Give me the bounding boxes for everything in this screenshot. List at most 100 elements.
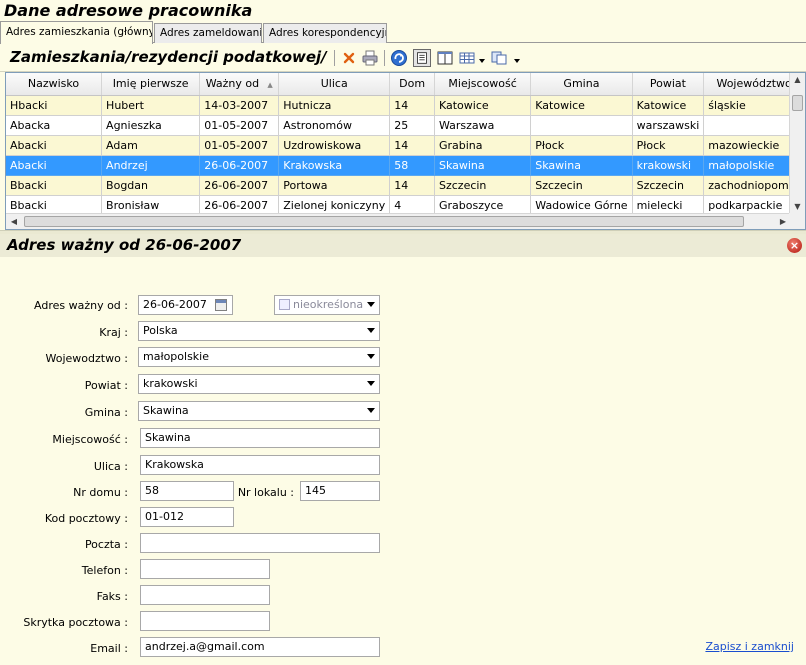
- columns-icon[interactable]: [436, 49, 454, 67]
- table-cell[interactable]: Bbacki: [6, 175, 103, 196]
- grid-horizontal-scrollbar[interactable]: ◀ ▶: [6, 213, 791, 229]
- column-header[interactable]: Gmina: [530, 73, 633, 96]
- save-and-close-link[interactable]: Zapisz i zamknij: [705, 640, 794, 653]
- table-cell[interactable]: Skawina: [530, 155, 633, 176]
- table-cell[interactable]: 26-06-2007: [199, 175, 280, 196]
- valid-from-date-picker[interactable]: 26-06-2007: [138, 295, 233, 315]
- table-cell[interactable]: Abacki: [6, 155, 103, 176]
- tab-correspondence-address[interactable]: Adres korespondencyjny: [263, 23, 387, 43]
- commune-select[interactable]: Skawina: [138, 401, 380, 421]
- street-input[interactable]: Krakowska: [140, 455, 380, 475]
- valid-to-select[interactable]: nieokreślona: [274, 295, 380, 315]
- table-row[interactable]: Bbacki Bogdan 26-06-2007 Portowa 14 Szczecin S…: [6, 175, 805, 196]
- table-cell[interactable]: Andrzej: [101, 155, 201, 176]
- export-dropdown-icon[interactable]: [514, 59, 520, 63]
- flat-number-input[interactable]: 145: [300, 481, 380, 501]
- table-row[interactable]: Abacka Agnieszka 01-05-2007 Astronomów 25 War…: [6, 115, 805, 136]
- table-cell[interactable]: Portowa: [278, 175, 391, 196]
- tab-registration-address[interactable]: Adres zameldowania: [154, 23, 262, 43]
- table-cell[interactable]: 14: [389, 175, 435, 196]
- table-cell[interactable]: Grabina: [434, 135, 532, 156]
- grid-layout-dropdown-icon[interactable]: [479, 59, 485, 63]
- table-cell[interactable]: Uzdrowiskowa: [278, 135, 391, 156]
- column-header[interactable]: Ważny od ▲: [199, 73, 280, 96]
- table-cell[interactable]: Astronomów: [278, 115, 391, 136]
- refresh-icon[interactable]: [390, 49, 408, 67]
- table-cell[interactable]: Zielonej koniczyny: [278, 195, 391, 216]
- column-header[interactable]: Miejscowość: [434, 73, 532, 96]
- table-row[interactable]: Bbacki Bronisław 26-06-2007 Zielonej konicz…: [6, 195, 805, 216]
- table-cell[interactable]: Bbacki: [6, 195, 103, 216]
- delete-icon[interactable]: [340, 49, 358, 67]
- table-row[interactable]: Hbacki Hubert 14-03-2007 Hutnicza 14 Katowice…: [6, 95, 805, 116]
- scroll-down-icon[interactable]: ▼: [793, 202, 802, 212]
- post-office-input[interactable]: [140, 533, 380, 553]
- table-cell[interactable]: Katowice: [434, 95, 532, 116]
- postcode-input[interactable]: 01-012: [140, 507, 234, 527]
- grid-layout-icon[interactable]: [458, 49, 476, 67]
- table-cell[interactable]: Hbacki: [6, 95, 103, 116]
- report-icon[interactable]: [413, 49, 431, 67]
- table-cell[interactable]: Bronisław: [101, 195, 201, 216]
- table-row[interactable]: Abacki Adam 01-05-2007 Uzdrowiskowa 14 Grabin…: [6, 135, 805, 156]
- table-cell[interactable]: Abacka: [6, 115, 103, 136]
- close-icon[interactable]: ×: [787, 238, 802, 253]
- table-cell[interactable]: 26-06-2007: [199, 155, 280, 176]
- house-number-input[interactable]: 58: [140, 481, 234, 501]
- table-cell[interactable]: Skawina: [434, 155, 532, 176]
- table-cell[interactable]: 01-05-2007: [199, 135, 280, 156]
- tab-residence-address[interactable]: Adres zamieszkania (główny): [0, 21, 153, 44]
- table-cell[interactable]: Płock: [632, 135, 705, 156]
- table-cell[interactable]: Szczecin: [434, 175, 532, 196]
- county-select[interactable]: krakowski: [138, 374, 380, 394]
- checkbox-icon[interactable]: [279, 299, 290, 310]
- table-cell[interactable]: Szczecin: [530, 175, 633, 196]
- po-box-input[interactable]: [140, 611, 270, 631]
- table-cell[interactable]: Szczecin: [632, 175, 705, 196]
- scroll-up-icon[interactable]: ▲: [793, 75, 802, 85]
- table-cell[interactable]: 01-05-2007: [199, 115, 280, 136]
- table-cell[interactable]: 14: [389, 95, 435, 116]
- table-cell[interactable]: Hubert: [101, 95, 201, 116]
- table-cell[interactable]: 58: [389, 155, 435, 176]
- table-cell[interactable]: Agnieszka: [101, 115, 201, 136]
- table-cell[interactable]: 25: [389, 115, 435, 136]
- table-cell[interactable]: warszawski: [632, 115, 705, 136]
- column-header[interactable]: Dom: [389, 73, 435, 96]
- export-icon[interactable]: [490, 49, 508, 67]
- vertical-scroll-thumb[interactable]: [792, 95, 803, 111]
- phone-input[interactable]: [140, 559, 270, 579]
- scroll-left-icon[interactable]: ◀: [9, 217, 19, 227]
- table-cell[interactable]: 14-03-2007: [199, 95, 280, 116]
- country-select[interactable]: Polska: [138, 321, 380, 341]
- table-cell[interactable]: Płock: [530, 135, 633, 156]
- column-header[interactable]: Powiat: [632, 73, 705, 96]
- table-cell[interactable]: Warszawa: [434, 115, 532, 136]
- table-cell[interactable]: Katowice: [632, 95, 705, 116]
- grid-vertical-scrollbar[interactable]: ▲ ▼: [789, 73, 805, 214]
- table-cell[interactable]: Hutnicza: [278, 95, 391, 116]
- table-cell[interactable]: [530, 115, 633, 136]
- city-input[interactable]: Skawina: [140, 428, 380, 448]
- email-input[interactable]: andrzej.a@gmail.com: [140, 637, 380, 657]
- calendar-icon[interactable]: [215, 299, 227, 311]
- scroll-right-icon[interactable]: ▶: [778, 217, 788, 227]
- column-header[interactable]: Ulica: [278, 73, 391, 96]
- table-cell[interactable]: Graboszyce: [434, 195, 532, 216]
- table-cell[interactable]: krakowski: [632, 155, 705, 176]
- voivodeship-select[interactable]: małopolskie: [138, 347, 380, 367]
- column-header[interactable]: Nazwisko: [6, 73, 103, 96]
- table-cell[interactable]: Katowice: [530, 95, 633, 116]
- table-cell[interactable]: 14: [389, 135, 435, 156]
- fax-input[interactable]: [140, 585, 270, 605]
- table-cell[interactable]: 4: [389, 195, 435, 216]
- table-cell[interactable]: Krakowska: [278, 155, 391, 176]
- table-cell[interactable]: Adam: [101, 135, 201, 156]
- print-icon[interactable]: [361, 49, 379, 67]
- table-cell[interactable]: 26-06-2007: [199, 195, 280, 216]
- table-row[interactable]: Abacki Andrzej 26-06-2007 Krakowska 58 Skawin…: [6, 155, 805, 176]
- table-cell[interactable]: mielecki: [632, 195, 705, 216]
- table-cell[interactable]: Wadowice Górne: [530, 195, 633, 216]
- horizontal-scroll-thumb[interactable]: [24, 216, 744, 227]
- column-header[interactable]: Imię pierwsze: [101, 73, 201, 96]
